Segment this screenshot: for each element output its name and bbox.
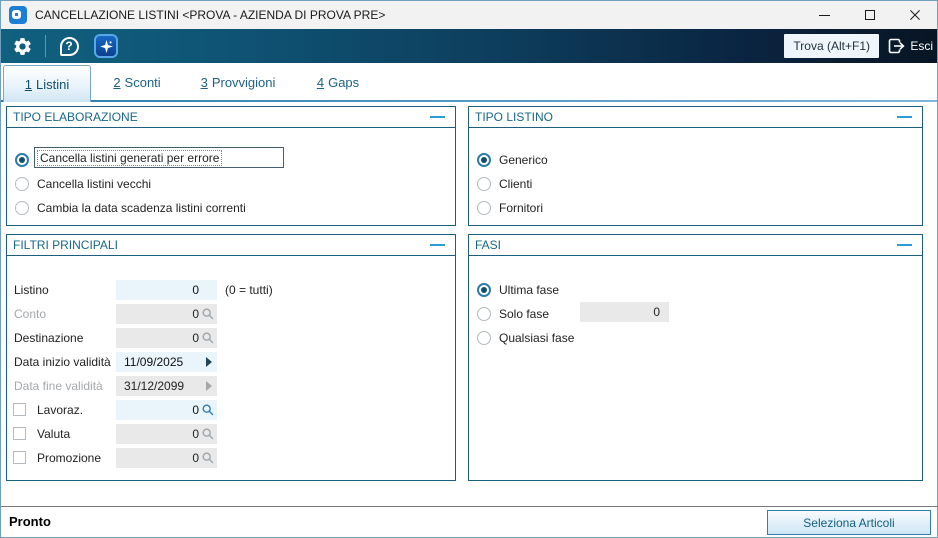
radio-solo-fase[interactable]: Solo fase 0: [469, 302, 922, 324]
radio-ultima-fase[interactable]: Ultima fase: [469, 280, 922, 300]
group-fasi: FASI Ultima fase Solo fase 0 Qualsiasi f…: [468, 234, 923, 481]
group-filtri-principali: FILTRI PRINCIPALI Listino 0 (0 = tutti) …: [6, 234, 456, 481]
row-conto: Conto 0: [7, 304, 455, 324]
group-title: FILTRI PRINCIPALI: [13, 238, 118, 252]
exit-icon: [889, 38, 905, 54]
valuta-checkbox[interactable]: [13, 427, 26, 440]
tab-listini[interactable]: 1 Listini: [3, 65, 91, 102]
row-promozione: Promozione 0: [7, 448, 455, 468]
window-controls: [802, 1, 937, 29]
minimize-icon: [819, 14, 830, 16]
settings-button[interactable]: [9, 33, 35, 59]
radio-clienti[interactable]: Clienti: [469, 174, 922, 194]
destinazione-input: 0: [116, 328, 217, 348]
group-tipo-listino: TIPO LISTINO Generico Clienti Fornitori: [468, 106, 923, 226]
radio-icon: [15, 177, 29, 191]
calendar-arrow-icon[interactable]: [206, 357, 212, 367]
ai-assistant-button[interactable]: [94, 34, 118, 58]
search-icon[interactable]: [201, 403, 215, 417]
listino-hint: (0 = tutti): [225, 283, 273, 297]
collapse-icon[interactable]: [897, 244, 912, 246]
minimize-button[interactable]: [802, 1, 847, 29]
row-valuta: Valuta 0: [7, 424, 455, 444]
row-data-fine: Data fine validità 31/12/2099: [7, 376, 455, 396]
app-logo-ring: [12, 10, 21, 19]
search-icon: [202, 452, 214, 464]
exit-button[interactable]: Esci: [886, 34, 933, 58]
calendar-arrow-icon: [206, 381, 212, 391]
tab-provvigioni[interactable]: 3 Provvigioni: [183, 65, 293, 100]
listino-input[interactable]: 0: [116, 280, 217, 300]
group-header: TIPO ELABORAZIONE: [7, 107, 455, 128]
gear-icon: [13, 37, 31, 55]
radio-icon: [477, 201, 491, 215]
group-title: FASI: [475, 238, 502, 252]
status-text: Pronto: [9, 514, 51, 529]
solo-fase-input: 0: [580, 302, 669, 322]
collapse-icon[interactable]: [430, 244, 445, 246]
radio-icon: [477, 153, 491, 167]
collapse-icon[interactable]: [430, 116, 445, 118]
tab-strip-underline: [1, 100, 937, 102]
group-title: TIPO LISTINO: [475, 110, 554, 124]
row-lavoraz: Lavoraz. 0: [7, 400, 455, 420]
help-icon: ?: [59, 36, 79, 56]
maximize-icon: [864, 10, 875, 20]
app-window: CANCELLAZIONE LISTINI <PROVA - AZIENDA D…: [0, 0, 938, 538]
radio-qualsiasi-fase[interactable]: Qualsiasi fase: [469, 328, 922, 348]
radio-icon: [477, 283, 491, 297]
group-header: TIPO LISTINO: [469, 107, 922, 128]
row-data-inizio: Data inizio validità 11/09/2025: [7, 352, 455, 372]
window-title: CANCELLAZIONE LISTINI <PROVA - AZIENDA D…: [35, 8, 386, 22]
radio-fornitori[interactable]: Fornitori: [469, 198, 922, 218]
maximize-button[interactable]: [847, 1, 892, 29]
promozione-checkbox[interactable]: [13, 451, 26, 464]
tab-sconti[interactable]: 2 Sconti: [93, 65, 181, 100]
find-button[interactable]: Trova (Alt+F1): [784, 34, 879, 58]
radio-generico[interactable]: Generico: [469, 150, 922, 170]
sparkle-icon: [99, 39, 113, 53]
data-inizio-input[interactable]: 11/09/2025: [116, 352, 217, 372]
toolbar-divider: [45, 35, 46, 57]
group-tipo-elaborazione: TIPO ELABORAZIONE Cancella listini gener…: [6, 106, 456, 226]
promozione-input: 0: [116, 448, 217, 468]
radio-cambia-scadenza[interactable]: Cambia la data scadenza listini correnti: [7, 198, 455, 218]
close-button[interactable]: [892, 1, 937, 29]
group-title: TIPO ELABORAZIONE: [13, 110, 138, 124]
valuta-input: 0: [116, 424, 217, 444]
help-button[interactable]: ?: [56, 33, 82, 59]
focus-outline: Cancella listini generati per errore: [34, 147, 284, 168]
collapse-icon[interactable]: [897, 116, 912, 118]
search-icon: [202, 428, 214, 440]
toolbar: ? Trova (Alt+F1) Esci: [1, 29, 937, 63]
search-icon: [202, 332, 214, 344]
conto-input: 0: [116, 304, 217, 324]
title-bar: CANCELLAZIONE LISTINI <PROVA - AZIENDA D…: [1, 1, 937, 29]
lavoraz-input[interactable]: 0: [116, 400, 217, 420]
radio-cancella-vecchi[interactable]: Cancella listini vecchi: [7, 174, 455, 194]
seleziona-articoli-button[interactable]: Seleziona Articoli: [767, 510, 931, 535]
data-fine-input: 31/12/2099: [116, 376, 217, 396]
search-icon: [202, 308, 214, 320]
radio-icon: [15, 153, 29, 167]
radio-icon: [477, 177, 491, 191]
lavoraz-checkbox[interactable]: [13, 403, 26, 416]
app-logo-icon: [9, 6, 27, 24]
group-header: FILTRI PRINCIPALI: [7, 235, 455, 256]
row-listino: Listino 0 (0 = tutti): [7, 280, 455, 300]
row-destinazione: Destinazione 0: [7, 328, 455, 348]
radio-icon: [477, 331, 491, 345]
radio-icon: [15, 201, 29, 215]
radio-cancella-errore[interactable]: Cancella listini generati per errore: [7, 147, 455, 170]
tab-strip: 1 Listini 2 Sconti 3 Provvigioni 4 Gaps: [1, 63, 937, 102]
group-header: FASI: [469, 235, 922, 256]
radio-icon: [477, 307, 491, 321]
status-bar: Pronto Seleziona Articoli: [1, 506, 937, 537]
tab-gaps[interactable]: 4 Gaps: [293, 65, 383, 100]
